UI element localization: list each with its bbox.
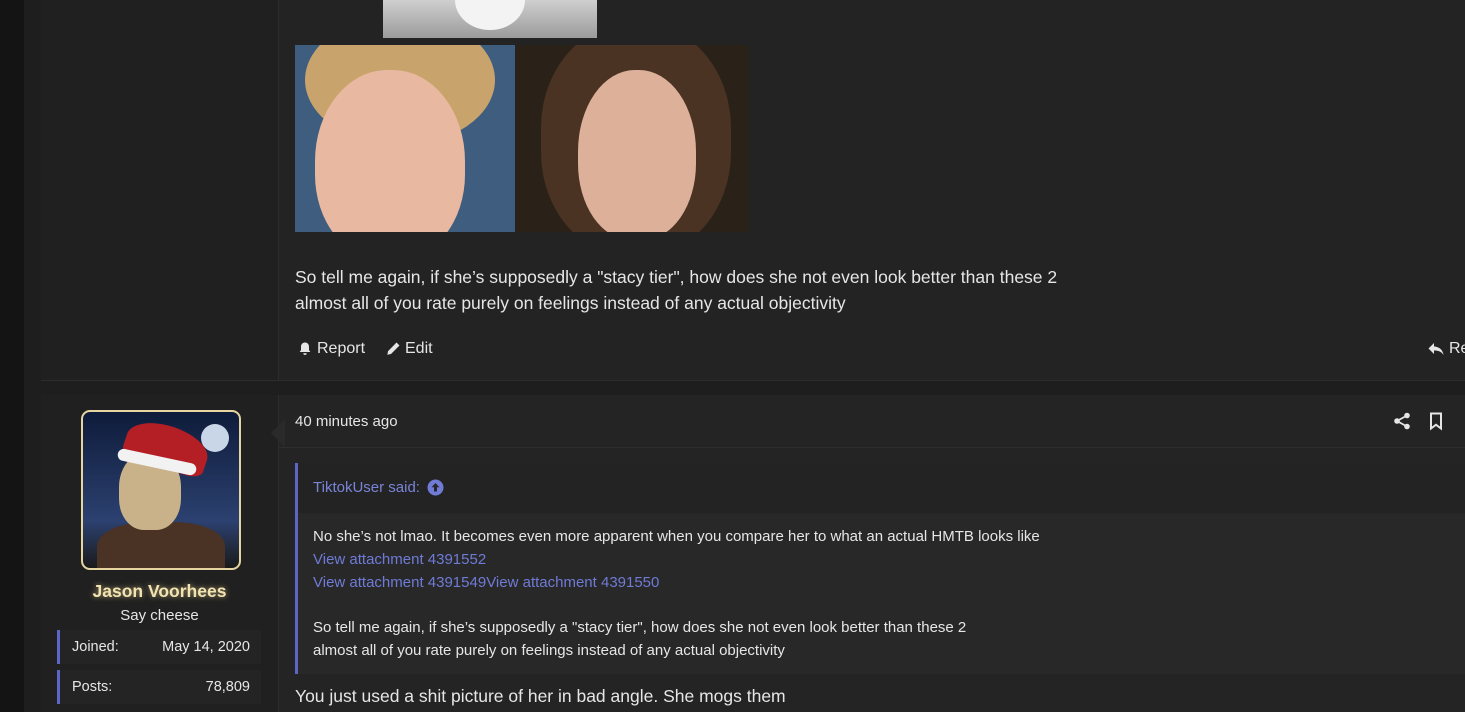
left-gutter <box>0 0 24 712</box>
post-user-column: Jason Voorhees Say cheese Joined: May 14… <box>41 395 279 712</box>
stat-posts: Posts: 78,809 <box>57 670 261 704</box>
current-post: Jason Voorhees Say cheese Joined: May 14… <box>41 395 1465 712</box>
stat-value: May 14, 2020 <box>162 639 250 655</box>
message-header-divider <box>278 447 1465 448</box>
reply-button[interactable]: Re <box>1427 340 1465 358</box>
previous-post: So tell me again, if she’s supposedly a … <box>41 0 1465 381</box>
quote-line: almost all of you rate purely on feeling… <box>313 642 785 659</box>
image-face <box>578 70 696 232</box>
pencil-icon <box>387 342 400 355</box>
edit-button[interactable]: Edit <box>385 340 433 358</box>
quote-line: No she’s not lmao. It becomes even more … <box>313 528 1040 545</box>
stat-label: Posts: <box>72 679 113 695</box>
quote-line: So tell me again, if she’s supposedly a … <box>313 619 967 636</box>
arrow-up-circle-icon[interactable] <box>427 479 444 496</box>
previous-post-user-column <box>41 0 279 380</box>
quote-header: TiktokUser said: <box>298 463 1465 513</box>
avatar[interactable] <box>81 410 241 570</box>
user-title: Say cheese <box>120 607 199 624</box>
image-face <box>315 70 465 232</box>
bell-icon <box>299 342 311 355</box>
attachment-link[interactable]: View attachment 4391552 <box>313 551 486 568</box>
attachment-image-top[interactable] <box>383 0 597 38</box>
attachment-image-left[interactable] <box>295 45 515 232</box>
attachment-links-row: View attachment 4391549View attachment 4… <box>313 574 659 591</box>
stat-label: Joined: <box>72 639 119 655</box>
post-body-line: So tell me again, if she’s supposedly a … <box>295 267 1058 287</box>
report-button[interactable]: Report <box>297 340 365 358</box>
quote-block: TiktokUser said: No she’s not lmao. It b… <box>295 463 1465 674</box>
username-link[interactable]: Jason Voorhees <box>41 581 278 602</box>
stat-joined: Joined: May 14, 2020 <box>57 630 261 664</box>
reply-label: Re <box>1449 340 1465 357</box>
attachment-image-right[interactable] <box>516 45 749 232</box>
stat-value: 78,809 <box>205 679 250 695</box>
report-label: Report <box>317 340 366 357</box>
post-timestamp[interactable]: 40 minutes ago <box>295 413 398 430</box>
reply-arrow-icon <box>1428 343 1444 355</box>
post-body: You just used a shit picture of her in b… <box>295 686 786 706</box>
bookmark-icon[interactable] <box>1426 411 1446 431</box>
share-icon[interactable] <box>1392 411 1412 431</box>
edit-label: Edit <box>405 340 433 357</box>
quote-author-label: TiktokUser said: <box>313 479 420 496</box>
attachment-link[interactable]: View attachment 4391549 <box>313 574 486 591</box>
post-body-line: almost all of you rate purely on feeling… <box>295 293 846 313</box>
quote-author-link[interactable]: TiktokUser said: <box>313 479 444 496</box>
message-arrow <box>271 419 285 447</box>
attachment-link[interactable]: View attachment 4391550 <box>486 574 659 591</box>
